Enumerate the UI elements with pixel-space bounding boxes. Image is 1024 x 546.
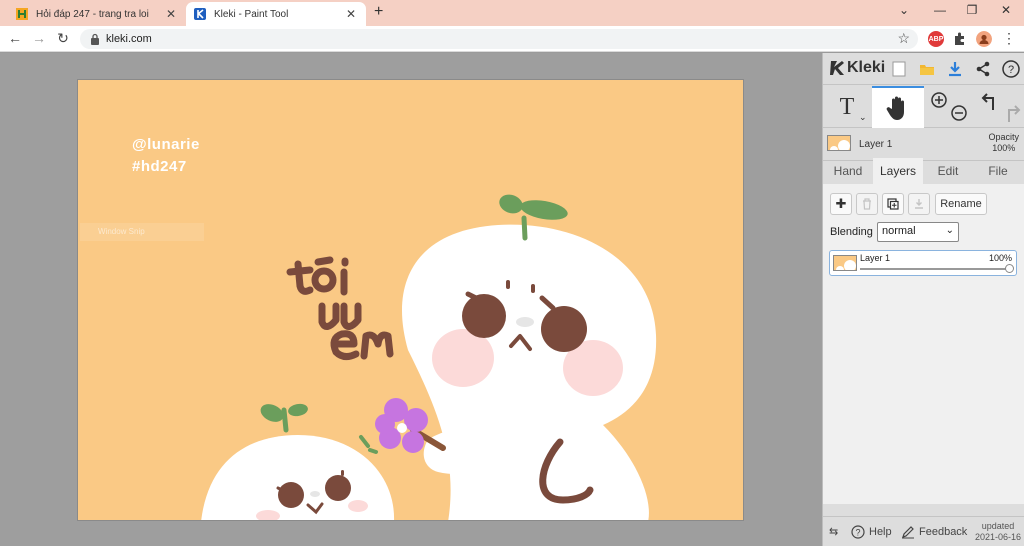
lock-icon: [91, 33, 99, 45]
text-tool-button[interactable]: T ⌄: [823, 86, 871, 128]
tab-title: Hỏi đáp 247 - trang tra loi: [36, 8, 149, 20]
browser-tab-hoidap[interactable]: Hỏi đáp 247 - trang tra loi ✕: [8, 2, 186, 26]
tab-close-icon[interactable]: ✕: [164, 7, 178, 21]
current-layer-info: Layer 1 Opacity 100%: [823, 129, 1024, 161]
blending-mode-value: normal: [882, 225, 916, 237]
help-icon[interactable]: ?: [1001, 59, 1021, 79]
window-snip-overlay: Window Snip: [80, 223, 204, 241]
add-layer-button[interactable]: ✚: [830, 193, 852, 215]
blending-mode-select[interactable]: normal ⌄: [877, 222, 959, 242]
rename-layer-button[interactable]: Rename: [935, 193, 987, 215]
back-icon[interactable]: ←: [6, 30, 24, 46]
updated-date: 2021-06-16: [974, 532, 1021, 542]
canvas-workspace[interactable]: @lunarie #hd247 Window Snip: [0, 53, 822, 546]
browser-tab-strip: Hỏi đáp 247 - trang tra loi ✕ Kleki - Pa…: [0, 0, 1024, 26]
undo-redo-controls: [979, 90, 1023, 124]
merge-down-icon: [915, 199, 923, 209]
feedback-link[interactable]: Feedback: [901, 525, 967, 539]
profile-avatar-icon[interactable]: [976, 31, 992, 47]
feedback-pencil-icon: [902, 526, 914, 539]
duplicate-layer-button[interactable]: [882, 193, 904, 215]
merge-down-button[interactable]: [908, 193, 930, 215]
kleki-logo[interactable]: Kleki: [829, 59, 885, 77]
tab-file[interactable]: File: [973, 158, 1023, 184]
browser-menu-icon[interactable]: ⋮: [1000, 30, 1018, 47]
reload-icon[interactable]: ↻: [54, 30, 72, 47]
redo-icon[interactable]: [1008, 105, 1021, 122]
canvas-tag-text: #hd247: [132, 158, 187, 175]
layer-opacity-slider[interactable]: [860, 268, 1010, 270]
feedback-label: Feedback: [919, 526, 968, 538]
opacity-value: 100%: [992, 143, 1016, 153]
undo-icon[interactable]: [981, 93, 994, 110]
url-text: kleki.com: [106, 33, 152, 45]
updated-info[interactable]: updated 2021-06-16: [975, 521, 1021, 543]
tool-bar: T ⌄: [823, 86, 1024, 128]
hand-tool-button[interactable]: [872, 86, 924, 128]
tab-search-chevron-icon[interactable]: ⌄: [894, 3, 914, 17]
layer-thumbnail: [833, 255, 857, 271]
layer-name: Layer 1: [860, 253, 891, 263]
browser-toolbar: ← → ↻ kleki.com ☆ ABP ⋮: [0, 26, 1024, 52]
tab-title: Kleki - Paint Tool: [214, 8, 289, 20]
new-image-icon[interactable]: [889, 59, 909, 79]
kleki-logo-icon: [830, 61, 844, 75]
tab-edit[interactable]: Edit: [923, 158, 973, 184]
help-label: Help: [869, 526, 892, 538]
address-bar[interactable]: kleki.com ☆: [80, 29, 918, 49]
close-window-icon[interactable]: ✕: [996, 3, 1016, 17]
zoom-controls: [927, 90, 971, 124]
chevron-down-icon: ⌄: [945, 225, 954, 236]
text-tool-icon: T: [839, 93, 855, 120]
share-icon[interactable]: [973, 59, 993, 79]
trash-icon: [863, 198, 871, 210]
plus-icon: ✚: [835, 196, 847, 211]
layers-panel: ✚ Rename Blending normal ⌄ Layer 1 100%: [823, 184, 1024, 504]
help-circle-icon: ?: [851, 525, 865, 539]
panel-header: Kleki ?: [823, 53, 1024, 85]
minimize-icon[interactable]: —: [930, 3, 950, 17]
hoidap-favicon-icon: [16, 8, 28, 20]
duplicate-icon: [887, 198, 899, 210]
canvas-handle-text: @lunarie: [132, 136, 200, 153]
panel-footer: ⇆ ? Help Feedback updated 2021-06-16: [823, 516, 1024, 546]
restore-icon[interactable]: ❐: [962, 3, 982, 17]
layer-thumbnail: [827, 135, 851, 151]
swap-panel-side-icon[interactable]: ⇆: [829, 525, 838, 538]
tab-hand[interactable]: Hand: [823, 158, 873, 184]
kleki-side-panel: Kleki ? T ⌄ Layer 1 Opacity 100% Hand La…: [822, 53, 1024, 546]
tab-layers[interactable]: Layers: [873, 158, 923, 184]
new-tab-icon[interactable]: +: [374, 3, 383, 21]
layer-opacity: 100%: [988, 253, 1012, 263]
opacity-readout: Opacity 100%: [988, 132, 1019, 154]
drawing-canvas[interactable]: @lunarie #hd247 Window Snip: [77, 79, 744, 521]
tab-close-icon[interactable]: ✕: [344, 7, 358, 21]
download-icon[interactable]: [945, 59, 965, 79]
bookmark-star-icon[interactable]: ☆: [897, 30, 910, 47]
kleki-favicon-icon: [194, 8, 206, 20]
blending-label: Blending: [830, 226, 873, 238]
open-folder-icon[interactable]: [917, 59, 937, 79]
forward-icon[interactable]: →: [30, 30, 48, 46]
adblock-extension-icon[interactable]: ABP: [928, 31, 944, 47]
current-layer-name: Layer 1: [859, 139, 893, 150]
layer-opacity-slider-handle[interactable]: [1005, 264, 1014, 273]
chevron-down-icon[interactable]: ⌄: [859, 112, 867, 123]
zoom-in-icon[interactable]: [931, 92, 947, 108]
browser-tab-kleki[interactable]: Kleki - Paint Tool ✕: [186, 2, 366, 26]
panel-tabs: Hand Layers Edit File: [823, 158, 1024, 184]
opacity-label: Opacity: [988, 132, 1019, 142]
updated-label: updated: [981, 521, 1015, 531]
hand-icon: [886, 96, 904, 120]
zoom-out-icon[interactable]: [951, 105, 967, 121]
layer-list-item[interactable]: Layer 1 100%: [829, 250, 1017, 276]
delete-layer-button[interactable]: [856, 193, 878, 215]
help-link[interactable]: ? Help: [851, 525, 892, 539]
svg-text:?: ?: [855, 528, 860, 538]
logo-text: Kleki: [847, 59, 886, 76]
svg-text:?: ?: [1008, 64, 1014, 76]
extensions-puzzle-icon[interactable]: [952, 31, 968, 47]
